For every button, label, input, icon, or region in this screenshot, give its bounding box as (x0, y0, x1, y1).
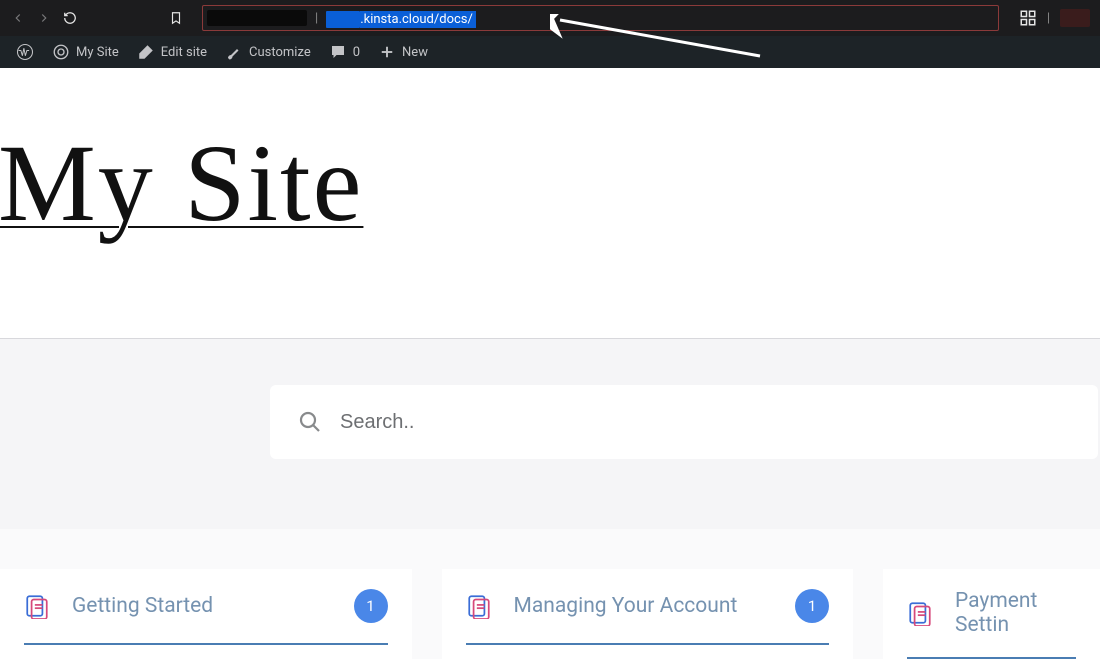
docs-icon (907, 600, 933, 626)
card-title: Managing Your Account (514, 594, 774, 618)
wp-customize[interactable]: Customize (217, 36, 319, 68)
search-section (0, 339, 1100, 529)
reload-button[interactable] (62, 10, 78, 26)
bookmark-button[interactable] (168, 10, 184, 26)
card-payment-settings[interactable]: Payment Settin (883, 569, 1100, 659)
wp-customize-label: Customize (249, 45, 311, 60)
card-managing-account[interactable]: Managing Your Account 1 (442, 569, 854, 659)
wp-logo-menu[interactable] (8, 36, 42, 68)
site-hero: My Site (0, 68, 1100, 298)
category-cards: Getting Started 1 Managing Your Account … (0, 529, 1100, 659)
address-bar[interactable]: | .kinsta.cloud/docs/ (202, 5, 999, 31)
browser-toolbar: | .kinsta.cloud/docs/ | (0, 0, 1100, 36)
wp-new-label: New (402, 45, 428, 60)
docs-icon (466, 593, 492, 619)
wp-my-site-label: My Site (76, 45, 119, 60)
back-button[interactable] (10, 10, 26, 26)
wp-my-site[interactable]: My Site (44, 36, 127, 68)
search-icon (298, 410, 322, 434)
card-count-badge: 1 (354, 589, 388, 623)
wp-new[interactable]: New (370, 36, 436, 68)
card-count-badge: 1 (795, 589, 829, 623)
search-box[interactable] (270, 385, 1098, 459)
wp-edit-site[interactable]: Edit site (129, 36, 215, 68)
site-title[interactable]: My Site (0, 128, 1100, 238)
card-title: Payment Settin (955, 589, 1076, 637)
grid-view-icon[interactable] (1019, 9, 1037, 27)
profile-indicator[interactable] (1060, 9, 1090, 27)
card-title: Getting Started (72, 594, 332, 618)
url-divider: | (315, 11, 318, 26)
page-content: My Site Getting Started 1 (0, 68, 1100, 659)
search-input[interactable] (340, 411, 1070, 434)
toolbar-divider: | (1047, 11, 1050, 26)
url-redacted-segment (207, 10, 307, 26)
card-getting-started[interactable]: Getting Started 1 (0, 569, 412, 659)
forward-button[interactable] (36, 10, 52, 26)
wp-comment-count: 0 (353, 45, 360, 60)
wp-edit-site-label: Edit site (161, 45, 207, 60)
wp-admin-bar: My Site Edit site Customize 0 New (0, 36, 1100, 68)
url-text: .kinsta.cloud/docs/ (326, 8, 476, 27)
wp-comments[interactable]: 0 (321, 36, 368, 68)
docs-icon (24, 593, 50, 619)
